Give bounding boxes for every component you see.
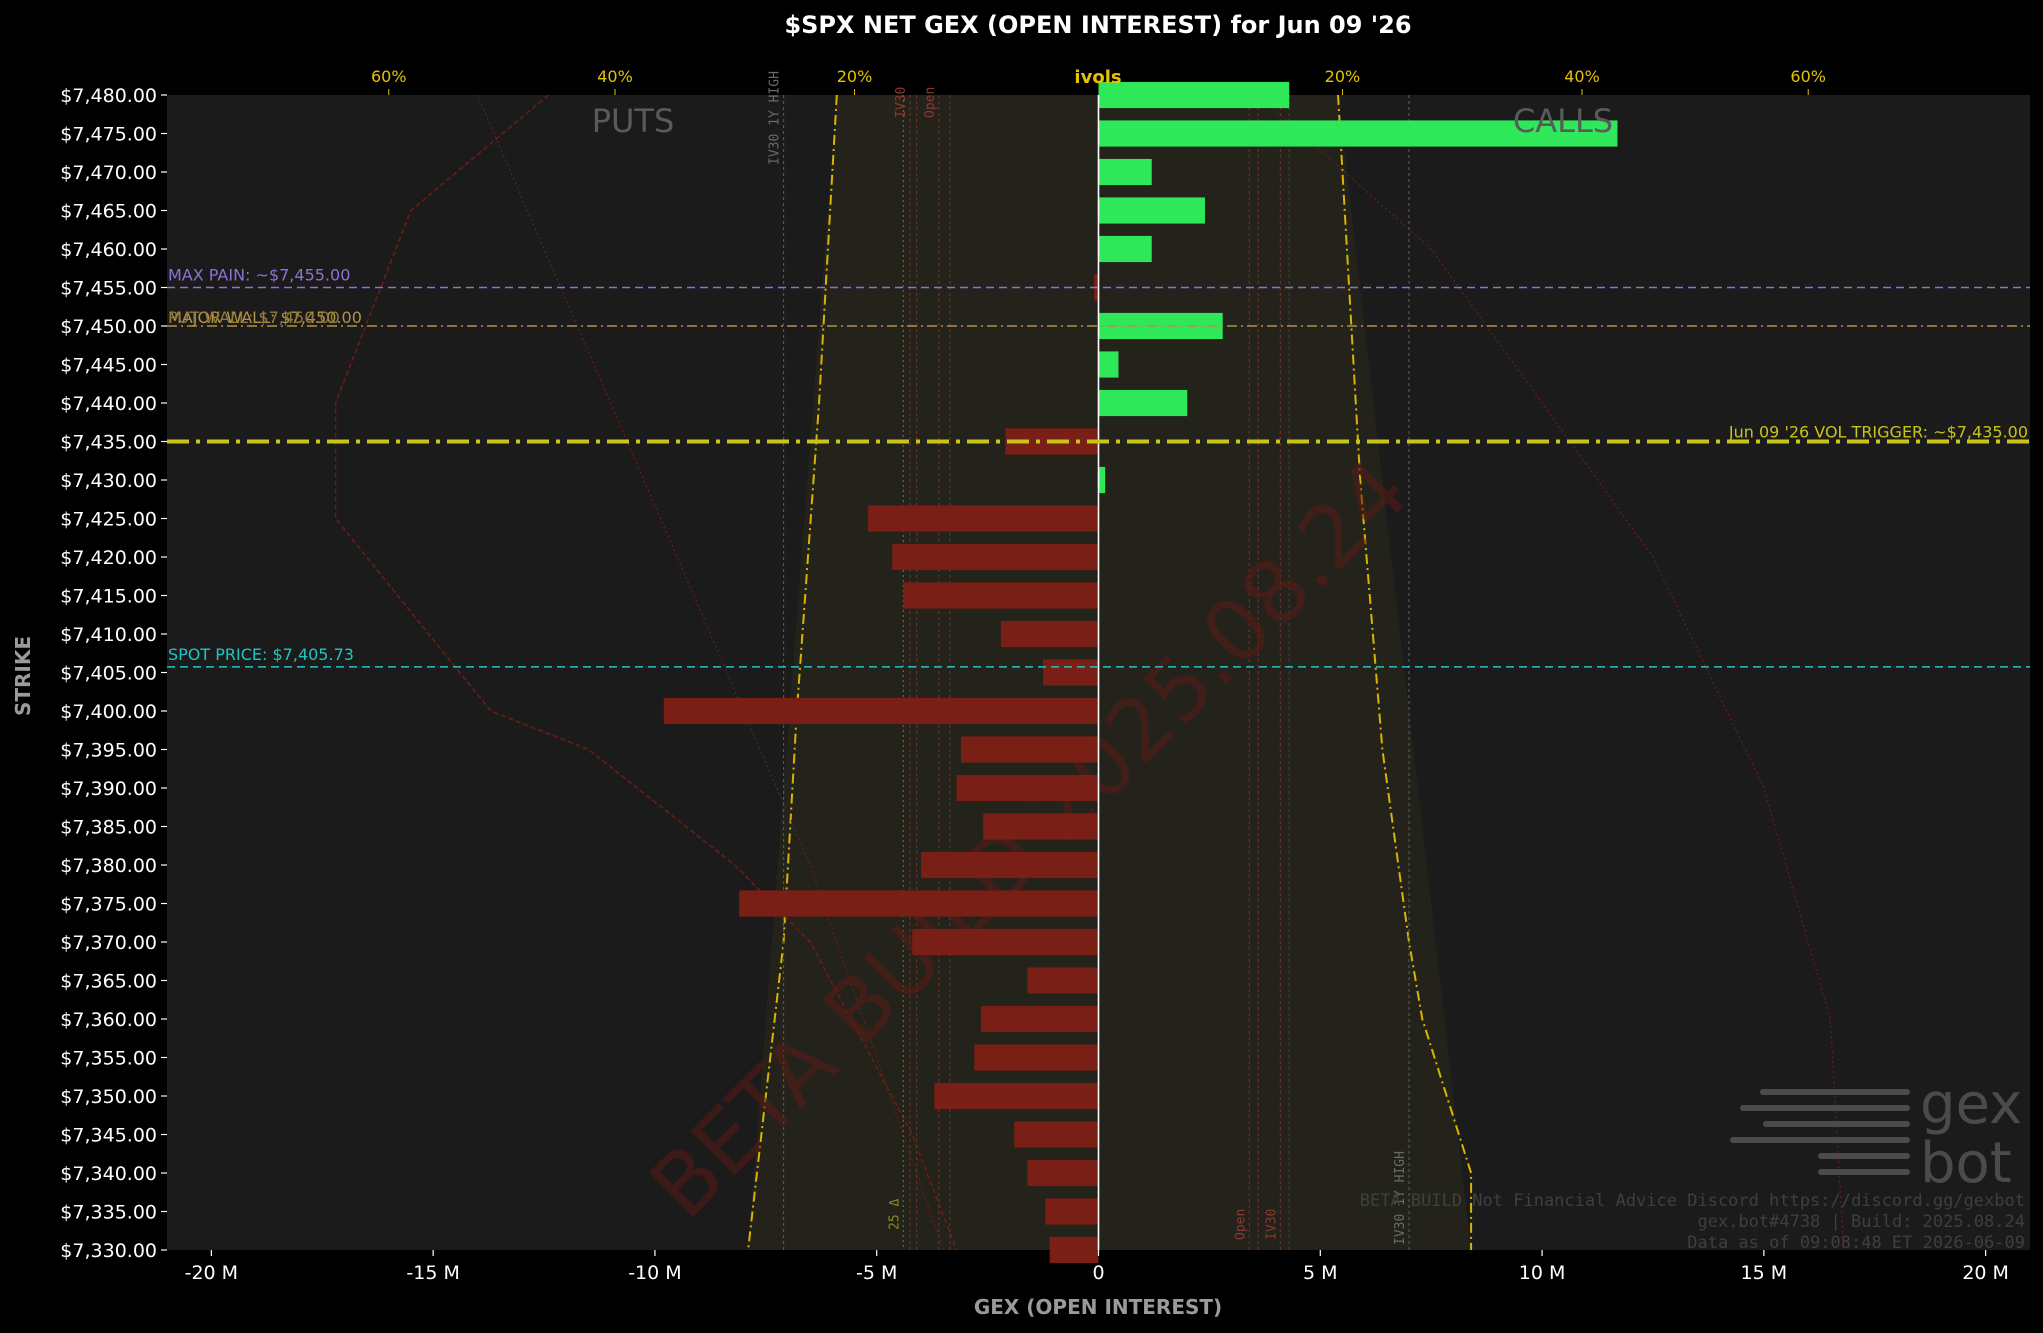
x-tick-label: -10 M	[628, 1262, 681, 1284]
y-tick-label: $7,435.00	[60, 432, 157, 454]
gex-bar	[1098, 389, 1188, 417]
put-iv30-high-label: IV30 1Y HIGH	[768, 71, 783, 165]
gex-bar	[1098, 235, 1152, 263]
gex-bar	[980, 1005, 1099, 1033]
x-tick-label: 20 M	[1962, 1262, 2009, 1284]
ivol-tick-label: 40%	[1564, 67, 1600, 86]
calls-label: CALLS	[1513, 102, 1613, 140]
y-tick-label: $7,380.00	[60, 855, 157, 877]
gex-bar	[1014, 1121, 1099, 1148]
puts-label: PUTS	[592, 102, 675, 140]
gex-bar	[974, 1044, 1099, 1071]
gex-bar	[1000, 620, 1099, 648]
y-tick-label: $7,395.00	[60, 740, 157, 762]
y-axis-label: STRIKE	[11, 636, 35, 716]
y-tick-label: $7,405.00	[60, 663, 157, 685]
x-tick-label: 5 M	[1303, 1262, 1338, 1284]
y-tick-label: $7,355.00	[60, 1048, 157, 1070]
gex-chart: IV30 1Y HIGH IV30 Open25 Δ Open IV30 IV30 1Y …	[0, 0, 2043, 1333]
y-tick-label: $7,450.00	[60, 316, 157, 338]
ivol-tick-label: 60%	[1790, 67, 1826, 86]
gex-bar	[1098, 466, 1106, 494]
ivols-axis-label: ivols	[1074, 67, 1121, 88]
chart-title: $SPX NET GEX (OPEN INTEREST) for Jun 09 …	[784, 11, 1411, 39]
y-tick-label: $7,345.00	[60, 1125, 157, 1147]
y-tick-label: $7,425.00	[60, 509, 157, 531]
gex-bar	[739, 890, 1099, 917]
footer-build: gex.bot#4738 | Build: 2025.08.24	[1697, 1212, 2025, 1232]
y-tick-label: $7,430.00	[60, 470, 157, 492]
footer-disclaimer: BETA BUILD Not Financial Advice Discord …	[1360, 1191, 2025, 1211]
logo-text-gex: gex	[1920, 1072, 2022, 1137]
y-tick-label: $7,390.00	[60, 778, 157, 800]
logo-text-bot: bot	[1920, 1131, 2012, 1196]
y-tick-label: $7,335.00	[60, 1202, 157, 1224]
y-tick-label: $7,385.00	[60, 817, 157, 839]
gex-bar	[1098, 81, 1290, 109]
gex-bar	[934, 1082, 1099, 1110]
gex-bar	[903, 582, 1099, 609]
max-pain-label: MAX PAIN: ~$7,455.00	[168, 266, 350, 285]
call-iv30-label: IV30	[1264, 1209, 1279, 1240]
y-tick-label: $7,360.00	[60, 1009, 157, 1031]
gex-bar	[960, 736, 1099, 763]
ivol-tick-label: 40%	[597, 67, 633, 86]
y-tick-label: $7,400.00	[60, 701, 157, 723]
x-tick-label: -15 M	[406, 1262, 459, 1284]
gex-bar	[921, 851, 1099, 879]
y-tick-label: $7,370.00	[60, 932, 157, 954]
gex-bar	[1098, 158, 1152, 186]
y-tick-label: $7,480.00	[60, 85, 157, 107]
gex-bar	[1049, 1236, 1099, 1264]
x-tick-label: -5 M	[856, 1262, 897, 1284]
y-tick-label: $7,340.00	[60, 1163, 157, 1185]
gex-bar	[1045, 1198, 1099, 1225]
gex-bar	[1027, 967, 1099, 994]
put-open-label: Open	[923, 87, 938, 118]
gex-bar	[867, 505, 1099, 532]
x-axis-label: GEX (OPEN INTEREST)	[974, 1295, 1222, 1319]
y-tick-label: $7,465.00	[60, 201, 157, 223]
gex-bar	[983, 813, 1099, 840]
y-tick-label: $7,410.00	[60, 624, 157, 646]
x-tick-label: 15 M	[1741, 1262, 1788, 1284]
gex-bar	[1098, 312, 1223, 340]
y-tick-label: $7,445.00	[60, 355, 157, 377]
gex-bar	[1043, 659, 1099, 686]
footer-timestamp: Data as of 09:08:48 ET 2026-06-09	[1687, 1233, 2025, 1253]
put-iv30-label: IV30	[894, 87, 909, 118]
y-tick-label: $7,365.00	[60, 971, 157, 993]
ivol-tick-label: 20%	[837, 67, 873, 86]
spot-price-label: SPOT PRICE: $7,405.73	[168, 645, 354, 664]
gex-bar	[663, 697, 1099, 725]
y-tick-label: $7,375.00	[60, 894, 157, 916]
y-tick-label: $7,330.00	[60, 1240, 157, 1262]
y-tick-label: $7,420.00	[60, 547, 157, 569]
ivol-tick-label: 60%	[371, 67, 407, 86]
vol-trigger-label: Jun 09 '26 VOL TRIGGER: ~$7,435.00	[1728, 423, 2028, 442]
gex-bar	[1098, 351, 1119, 378]
x-tick-label: 0	[1092, 1262, 1104, 1284]
x-tick-label: 10 M	[1519, 1262, 1566, 1284]
x-tick-label: -20 M	[185, 1262, 238, 1284]
gex-bar	[956, 774, 1099, 802]
ivol-tick-label: 20%	[1325, 67, 1361, 86]
y-tick-label: $7,415.00	[60, 586, 157, 608]
gex-bar	[912, 928, 1099, 956]
delta25-label: 25 Δ	[887, 1199, 902, 1230]
gex-bar	[1027, 1159, 1099, 1187]
y-tick-label: $7,460.00	[60, 239, 157, 261]
gex-bar	[892, 543, 1099, 571]
y-tick-label: $7,475.00	[60, 124, 157, 146]
y-tick-label: $7,350.00	[60, 1086, 157, 1108]
y-tick-label: $7,440.00	[60, 393, 157, 415]
call-open-label: Open	[1233, 1209, 1248, 1240]
y-tick-label: $7,470.00	[60, 162, 157, 184]
put-wall-label: PUT WALL: $7,450.00	[168, 308, 340, 327]
y-tick-label: $7,455.00	[60, 278, 157, 300]
gex-bar	[1098, 197, 1205, 224]
